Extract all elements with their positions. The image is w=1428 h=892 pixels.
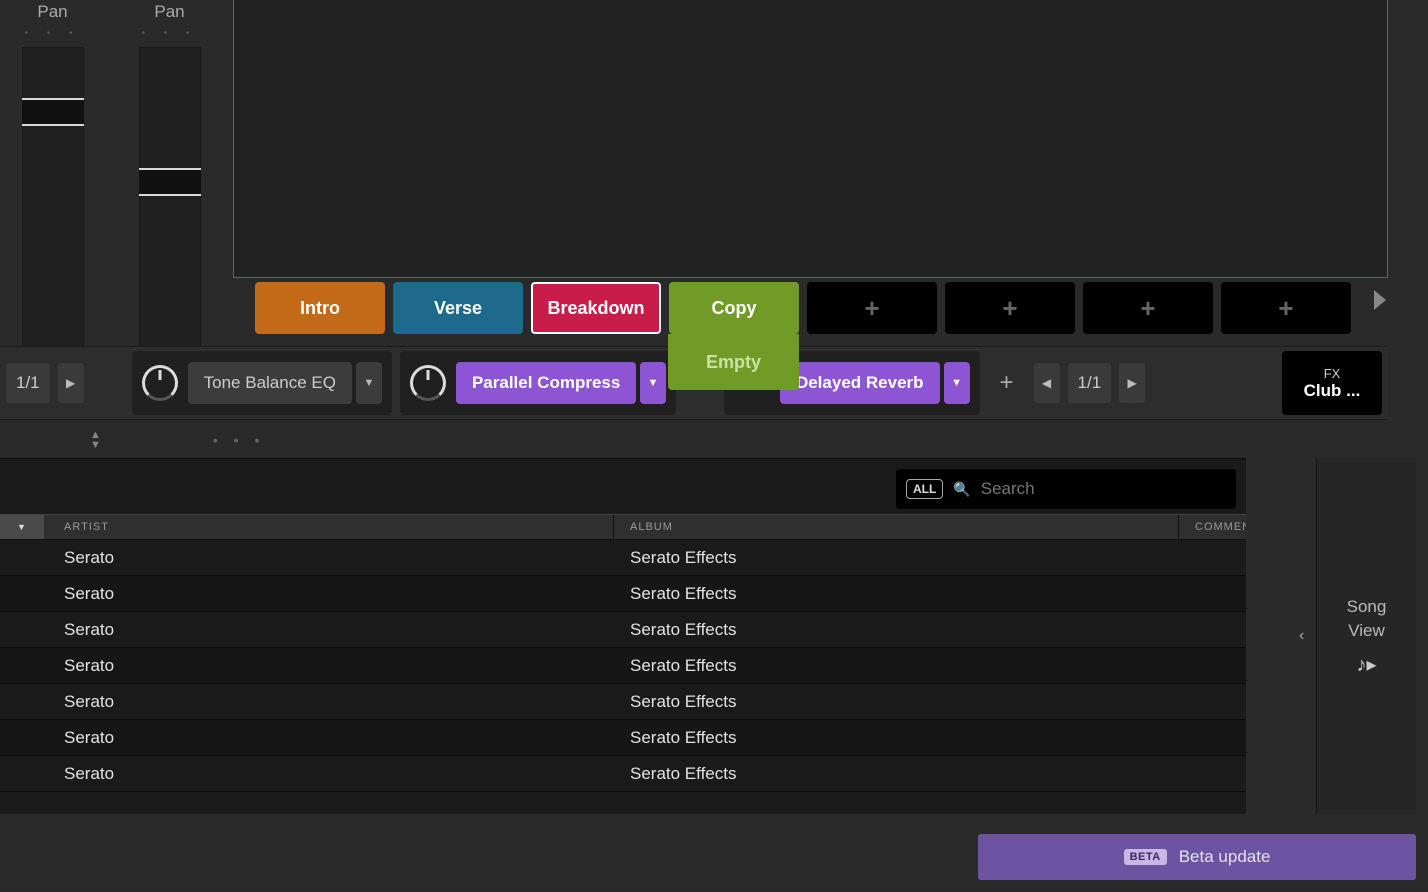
fx-knob[interactable] [142,365,178,401]
search-box[interactable]: ALL 🔍 [896,469,1236,509]
library-panel: ALL 🔍 ▼ ARTIST ALBUM COMMEN SeratoSerato… [0,458,1246,814]
cell-artist: Serato [44,728,614,748]
fx-master-name: Club ... [1304,381,1361,401]
channel-1: Pan • • • [0,0,105,350]
scene-empty-slot[interactable]: + [1083,282,1213,334]
fx-master-slot[interactable]: FX Club ... [1282,351,1382,415]
column-header-comment[interactable]: COMMEN [1179,515,1246,539]
collapse-panel-icon[interactable]: ‹ [1299,627,1304,645]
pan-label: Pan [0,2,105,22]
beta-update-button[interactable]: BETA Beta update [978,834,1416,880]
search-scope-chip[interactable]: ALL [906,479,943,499]
fx-page-next-left[interactable]: ▶ [58,363,84,403]
scene-intro[interactable]: Intro [255,282,385,334]
table-row[interactable]: SeratoSerato Effects [0,612,1246,648]
cell-album: Serato Effects [614,548,1179,568]
scene-breakdown[interactable]: Breakdown [531,282,661,334]
fx-module-1: Tone Balance EQ ▼ [132,351,392,415]
fx-slot-delayed-reverb[interactable]: Delayed Reverb [780,362,940,404]
scene-empty-slot[interactable]: + [945,282,1075,334]
cell-album: Serato Effects [614,692,1179,712]
column-header-artist[interactable]: ARTIST [44,515,614,539]
column-header-album[interactable]: ALBUM [614,515,1179,539]
resize-handle[interactable]: ▲ ▼ [90,430,101,450]
fx-page-indicator-right: 1/1 [1068,363,1112,403]
cell-artist: Serato [44,692,614,712]
fader-1[interactable] [22,47,84,347]
pan-label: Pan [117,2,222,22]
search-input[interactable] [981,479,1226,499]
search-icon: 🔍 [953,481,970,498]
scene-scroll-right-icon[interactable] [1374,290,1386,310]
fx-page-prev-right[interactable]: ◀ [1034,363,1060,403]
library-rows: SeratoSerato EffectsSeratoSerato Effects… [0,540,1246,814]
cell-artist: Serato [44,584,614,604]
scene-copy[interactable]: Copy [669,282,799,334]
copy-menu-item-empty[interactable]: Empty [668,334,799,390]
sort-column-button[interactable]: ▼ [0,515,44,539]
table-row[interactable]: SeratoSerato Effects [0,648,1246,684]
song-view-icon[interactable]: ♪▸ [1356,652,1376,677]
table-row[interactable]: SeratoSerato Effects [0,720,1246,756]
table-row[interactable]: SeratoSerato Effects [0,540,1246,576]
table-row[interactable]: SeratoSerato Effects [0,576,1246,612]
arrangement-view[interactable] [233,0,1388,278]
cell-album: Serato Effects [614,656,1179,676]
song-view-label: Song View [1347,595,1387,643]
fx-add-button[interactable]: + [988,364,1026,402]
scene-empty-slot[interactable]: + [1221,282,1351,334]
fx-module-2: Parallel Compress ▼ [400,351,676,415]
fx-dropdown-icon[interactable]: ▼ [944,362,970,404]
song-view-label-line2: View [1348,621,1385,640]
fx-dropdown-icon[interactable]: ▼ [640,362,666,404]
song-view-panel: ‹ Song View ♪▸ [1316,458,1416,814]
scene-verse[interactable]: Verse [393,282,523,334]
library-columns-header: ▼ ARTIST ALBUM COMMEN [0,514,1246,540]
scene-row: Intro Verse Breakdown Copy + + + + [233,282,1388,334]
cell-artist: Serato [44,548,614,568]
table-row[interactable]: SeratoSerato Effects [0,684,1246,720]
pan-dots: • • • [117,28,222,39]
cell-artist: Serato [44,656,614,676]
cell-artist: Serato [44,620,614,640]
fx-page-indicator-left: 1/1 [6,363,50,403]
beta-badge: BETA [1124,849,1167,865]
beta-update-label: Beta update [1179,847,1271,867]
cell-album: Serato Effects [614,584,1179,604]
table-row[interactable]: SeratoSerato Effects [0,756,1246,792]
fx-slot-parallel-compress[interactable]: Parallel Compress [456,362,636,404]
mixer-panel: Pan • • • Pan • • • [0,0,230,350]
divider-row: ▲ ▼ • • • [0,420,1388,460]
fx-knob[interactable] [410,365,446,401]
fader-2[interactable] [139,47,201,347]
fx-dropdown-icon[interactable]: ▼ [356,362,382,404]
fx-slot-tone-balance[interactable]: Tone Balance EQ [188,362,352,404]
scene-empty-slot[interactable]: + [807,282,937,334]
fader-cap[interactable] [22,98,84,126]
pan-dots: • • • [0,28,105,39]
cell-album: Serato Effects [614,764,1179,784]
song-view-label-line1: Song [1347,597,1387,616]
fx-page-next-right[interactable]: ▶ [1119,363,1145,403]
cell-album: Serato Effects [614,728,1179,748]
cell-album: Serato Effects [614,620,1179,640]
fx-master-label: FX [1324,366,1341,381]
drag-handle-icon[interactable]: • • • [213,432,265,448]
chevron-down-icon: ▼ [90,440,101,450]
fader-cap[interactable] [139,168,201,196]
cell-artist: Serato [44,764,614,784]
channel-2: Pan • • • [117,0,222,350]
